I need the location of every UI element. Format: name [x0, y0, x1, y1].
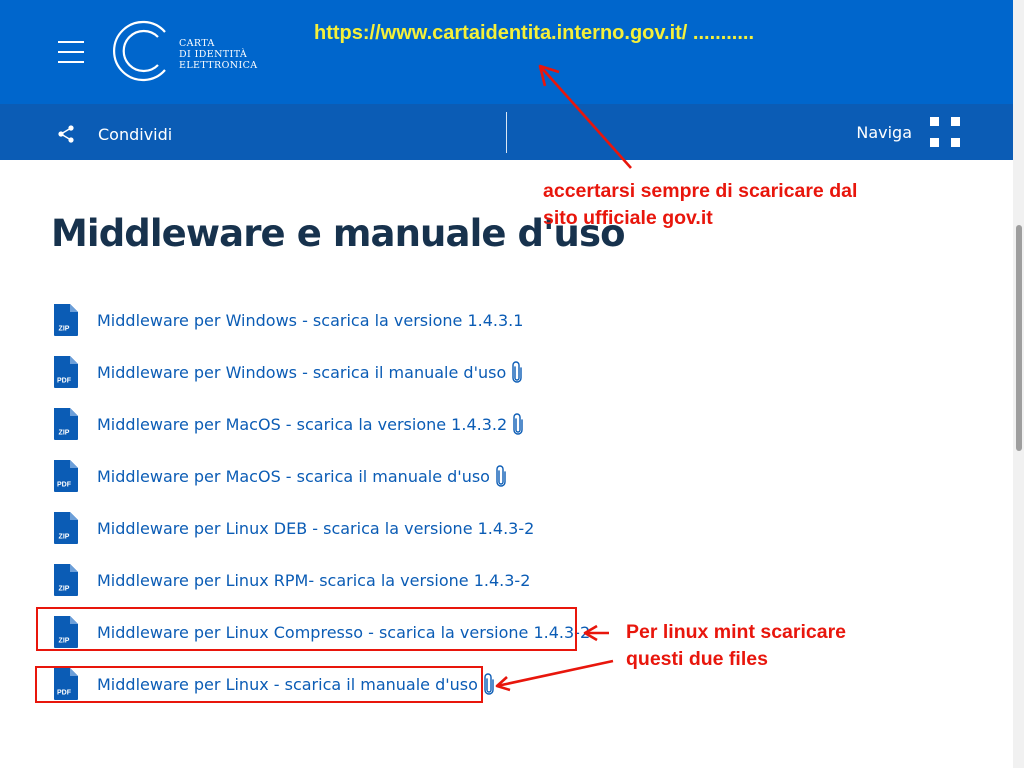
url-annotation: https://www.cartaidentita.interno.gov.it… [314, 22, 755, 44]
logo-wordmark: CARTA DI IDENTITÀ ELETTRONICA [179, 38, 258, 71]
logo-line: CARTA [179, 38, 215, 49]
note-line: Per linux mint scaricare [626, 621, 847, 643]
download-link[interactable]: Middleware per Linux DEB - scarica la ve… [97, 519, 534, 538]
download-item-linux-deb[interactable]: ZIP Middleware per Linux DEB - scarica l… [52, 508, 534, 548]
attachment-clip-icon [512, 361, 522, 383]
share-button[interactable]: Condividi [56, 122, 172, 146]
zip-file-icon: ZIP [54, 304, 78, 336]
arrow-to-manual [496, 659, 614, 688]
file-type-label: ZIP [59, 326, 70, 333]
cie-logo-icon[interactable] [108, 16, 172, 86]
share-label: Condividi [98, 124, 173, 144]
scrollbar-thumb[interactable] [1016, 225, 1022, 451]
note-line: accertarsi sempre di scaricare dal [543, 180, 858, 202]
attachment-clip-icon [484, 673, 494, 695]
navigate-label: Naviga [856, 122, 912, 142]
highlight-box-manual [35, 666, 483, 703]
download-link[interactable]: Middleware per Windows - scarica la vers… [97, 311, 523, 330]
file-type-label: ZIP [59, 534, 70, 541]
download-link[interactable]: Middleware per Linux RPM- scarica la ver… [97, 571, 530, 590]
subnav-divider [506, 112, 507, 153]
download-item-macos-manual[interactable]: PDF Middleware per MacOS - scarica il ma… [52, 456, 506, 496]
logo-line: ELETTRONICA [179, 60, 258, 71]
zip-file-icon: ZIP [54, 512, 78, 544]
file-type-label: ZIP [59, 430, 70, 437]
file-type-label: ZIP [59, 586, 70, 593]
attachment-clip-icon [513, 413, 523, 435]
download-link[interactable]: Middleware per MacOS - scarica la versio… [97, 415, 507, 434]
note-line: questi due files [626, 648, 768, 670]
site-header: CARTA DI IDENTITÀ ELETTRONICA https://ww… [0, 0, 1013, 104]
linux-mint-note: Per linux mint scaricare questi due file… [626, 619, 846, 673]
file-type-label: PDF [57, 482, 72, 489]
highlight-box-compressed [36, 607, 577, 651]
download-item-macos-zip[interactable]: ZIP Middleware per MacOS - scarica la ve… [52, 404, 523, 444]
sub-navigation: Condividi Naviga [0, 104, 1013, 160]
attachment-clip-icon [496, 465, 506, 487]
download-link[interactable]: Middleware per Windows - scarica il manu… [97, 363, 506, 382]
share-icon [58, 125, 74, 143]
arrowhead-icon [495, 676, 511, 692]
navigate-button[interactable]: Naviga [856, 117, 960, 147]
menu-icon[interactable] [58, 41, 84, 63]
file-type-label: PDF [57, 378, 72, 385]
grid-icon [930, 117, 960, 147]
download-link[interactable]: Middleware per MacOS - scarica il manual… [97, 467, 490, 486]
download-item-linux-rpm[interactable]: ZIP Middleware per Linux RPM- scarica la… [52, 560, 530, 600]
page-title: Middleware e manuale d'uso [51, 212, 626, 255]
page-scrollbar[interactable] [1013, 0, 1024, 768]
logo-line: DI IDENTITÀ [179, 49, 248, 60]
pdf-file-icon: PDF [54, 460, 78, 492]
download-item-windows-zip[interactable]: ZIP Middleware per Windows - scarica la … [52, 300, 523, 340]
zip-file-icon: ZIP [54, 408, 78, 440]
official-site-note: accertarsi sempre di scaricare dal sito … [543, 178, 857, 232]
zip-file-icon: ZIP [54, 564, 78, 596]
note-line: sito ufficiale gov.it [543, 207, 713, 229]
download-item-windows-manual[interactable]: PDF Middleware per Windows - scarica il … [52, 352, 522, 392]
pdf-file-icon: PDF [54, 356, 78, 388]
